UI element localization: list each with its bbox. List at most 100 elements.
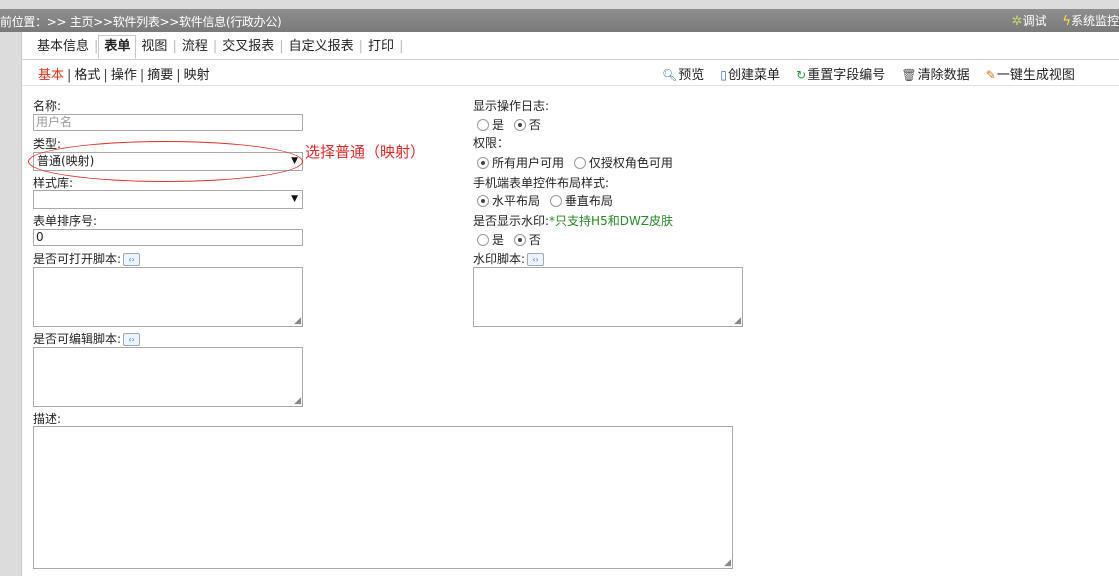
open-script-label: 是否可打开脚本: ‹› [33,250,141,267]
chevron-down-icon: ▼ [291,194,298,204]
code-icon[interactable]: ‹› [123,333,141,346]
watermark-label-text: 是否显示水印: [473,214,550,228]
desc-textarea[interactable]: ◢ [33,426,733,569]
resize-grip-icon[interactable]: ◢ [724,559,731,568]
mobile-horizontal-text: 水平布局 [492,194,541,208]
code-icon[interactable]: ‹› [527,253,545,266]
generate-view-button[interactable]: ✎一键生成视图 [986,68,1075,83]
op-log-yes[interactable]: 是 [477,118,504,132]
reset-field-numbers-label: 重置字段编号 [807,68,886,83]
resize-grip-icon[interactable]: ◢ [734,317,741,326]
op-log-label: 显示操作日志: [473,99,550,113]
mobile-vertical[interactable]: 垂直布局 [549,194,613,208]
debug-label: 调试 [1022,14,1047,28]
magnifier-icon: 🔍︎ [662,68,678,82]
perm-label: 权限： [473,136,510,150]
trash-icon: 🗑︎ [901,68,917,82]
clear-data-label: 清除数据 [917,68,970,83]
refresh-icon: ↻ [796,68,807,82]
radio-button[interactable] [549,194,562,207]
edit-script-textarea[interactable]: ◢ [33,347,303,407]
watermark-script-label: 水印脚本: ‹› [473,250,545,267]
watermark-yes[interactable]: 是 [477,233,504,247]
code-icon[interactable]: ‹› [123,253,141,266]
bug-icon: ✲ [1011,14,1023,29]
annotation-text: 选择普通（映射） [305,143,426,161]
style-lib-label: 样式库: [33,176,74,190]
subnav-basic[interactable]: 基本 [38,68,64,83]
mobile-horizontal[interactable]: 水平布局 [477,194,540,208]
name-field[interactable]: 用户名 [33,114,303,131]
subnav-underline [22,85,1119,86]
radio-button[interactable] [513,233,526,246]
sub-nav: 基本 | 格式 | 操作 | 摘要 | 映射 [38,68,210,83]
open-script-text: 是否可打开脚本: [33,252,122,266]
watermark-script-text: 水印脚本: [473,252,526,266]
tab-form[interactable]: 表单 [98,35,137,59]
preview-label: 预览 [678,68,705,83]
perm-all-text: 所有用户可用 [492,156,565,170]
subnav-operation[interactable]: 操作 [111,68,137,83]
resize-grip-icon[interactable]: ◢ [294,397,301,406]
open-script-textarea[interactable]: ◢ [33,267,303,327]
watermark-script-textarea[interactable]: ◢ [473,267,743,327]
radio-button[interactable] [477,194,489,207]
create-menu-button[interactable]: ▯创建菜单 [720,68,780,83]
perm-radio-group: 所有用户可用 仅授权角色可用 [477,154,679,171]
sidebar-divider [21,32,22,576]
subnav-mapping[interactable]: 映射 [184,68,210,83]
header-actions: ✲调试 ϟ系统监控 [1000,12,1119,29]
resize-grip-icon[interactable]: ◢ [294,317,301,326]
op-log-yes-text: 是 [492,118,505,132]
breadcrumb: 前位置：>> 主页>>软件列表>>软件信息(行政办公) [0,15,282,29]
tab-flow[interactable]: 流程 [177,36,213,58]
left-sidebar-collapsed [0,32,21,576]
document-icon: ▯ [720,68,727,82]
tab-custom-report[interactable]: 自定义报表 [284,36,359,58]
radio-button[interactable] [477,118,489,131]
tab-basic-info[interactable]: 基本信息 [32,36,94,58]
watermark-radio-group: 是 否 [477,231,547,248]
perm-all[interactable]: 所有用户可用 [477,156,564,170]
toolbar: 🔍︎预览 ▯创建菜单 ↻重置字段编号 🗑︎清除数据 ✎一键生成视图 [662,64,1087,83]
edit-script-label: 是否可编辑脚本: ‹› [33,330,141,347]
perm-auth-text: 仅授权角色可用 [588,156,673,170]
sort-label: 表单排序号: [33,214,98,228]
tab-view[interactable]: 视图 [136,36,172,58]
subnav-summary[interactable]: 摘要 [147,68,173,83]
perm-auth[interactable]: 仅授权角色可用 [573,156,673,170]
sort-field[interactable]: 0 [33,229,303,246]
tab-cross-report[interactable]: 交叉报表 [217,36,279,58]
top-strip [0,0,1119,9]
reset-field-numbers-button[interactable]: ↻重置字段编号 [796,68,885,83]
op-log-radio-group: 是 否 [477,116,547,133]
radio-button[interactable] [573,156,586,169]
name-label: 名称: [33,99,62,113]
subnav-format[interactable]: 格式 [74,68,100,83]
radio-button[interactable] [513,118,526,131]
mobile-layout-radio-group: 水平布局 垂直布局 [477,192,619,209]
annotation-ellipse [28,141,303,182]
watermark-label: 是否显示水印:*只支持H5和DWZ皮肤 [473,212,673,229]
preview-button[interactable]: 🔍︎预览 [662,68,704,83]
create-menu-label: 创建菜单 [728,68,781,83]
style-lib-select[interactable]: ▼ [33,190,303,209]
mobile-vertical-text: 垂直布局 [564,194,613,208]
debug-button[interactable]: ✲调试 [1011,14,1047,29]
desc-label: 描述: [33,412,62,426]
op-log-no-text: 否 [528,118,541,132]
radio-button[interactable] [477,156,489,169]
main-tabs: 基本信息 | 表单 视图 | 流程 | 交叉报表 | 自定义报表 | 打印 | [32,35,403,59]
monitor-label: 系统监控 [1070,14,1119,28]
monitor-button[interactable]: ϟ系统监控 [1062,14,1119,29]
title-bar: 前位置：>> 主页>>软件列表>>软件信息(行政办公) ✲调试 ϟ系统监控 [0,9,1119,32]
watermark-yes-text: 是 [492,233,505,247]
watermark-no[interactable]: 否 [513,233,541,247]
radio-button[interactable] [477,233,489,246]
clear-data-button[interactable]: 🗑︎清除数据 [901,68,969,83]
lightning-icon: ϟ [1062,14,1071,29]
tab-print[interactable]: 打印 [363,36,399,58]
watermark-note: *只支持H5和DWZ皮肤 [549,214,674,228]
op-log-no[interactable]: 否 [513,118,541,132]
generate-view-label: 一键生成视图 [996,68,1075,83]
